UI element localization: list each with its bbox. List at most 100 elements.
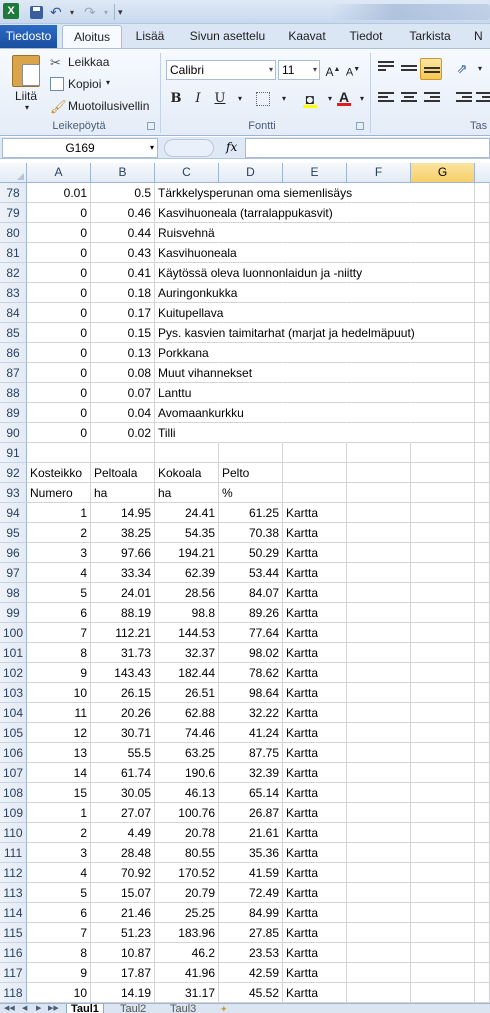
- cell-h[interactable]: [475, 963, 490, 983]
- cell-b[interactable]: 0.15: [91, 323, 155, 343]
- cut-button[interactable]: Leikkaa: [68, 55, 109, 69]
- cell-a[interactable]: Kosteikko: [27, 463, 91, 483]
- paste-button[interactable]: Liitä: [15, 89, 37, 103]
- row-header[interactable]: 116: [0, 943, 27, 963]
- cell-h[interactable]: [475, 423, 490, 443]
- cell-a[interactable]: 2: [27, 823, 91, 843]
- copy-button[interactable]: Kopioi: [68, 77, 101, 91]
- cell-g[interactable]: [411, 903, 475, 923]
- cell-f[interactable]: [347, 803, 411, 823]
- cell-c[interactable]: 26.51: [155, 683, 219, 703]
- redo-icon[interactable]: ↷: [84, 3, 96, 21]
- cell-b[interactable]: 24.01: [91, 583, 155, 603]
- cell-c[interactable]: 194.21: [155, 543, 219, 563]
- cell-a[interactable]: 0: [27, 423, 91, 443]
- cell-h[interactable]: [475, 303, 490, 323]
- cell-h[interactable]: [475, 603, 490, 623]
- cell-a[interactable]: 6: [27, 903, 91, 923]
- insert-sheet-icon[interactable]: ✦: [216, 1004, 232, 1013]
- cell-g[interactable]: [411, 823, 475, 843]
- cell-b[interactable]: 0.44: [91, 223, 155, 243]
- row-header[interactable]: 108: [0, 783, 27, 803]
- cell-g[interactable]: [411, 963, 475, 983]
- cell-d[interactable]: Pelto: [219, 463, 283, 483]
- cell-e[interactable]: Kartta: [283, 823, 347, 843]
- row-header[interactable]: 117: [0, 963, 27, 983]
- cell-b[interactable]: 0.46: [91, 203, 155, 223]
- cell-e[interactable]: Kartta: [283, 503, 347, 523]
- row-header[interactable]: 96: [0, 543, 27, 563]
- cell-d[interactable]: 53.44: [219, 563, 283, 583]
- orientation-dropdown-icon[interactable]: ▾: [470, 59, 490, 79]
- copy-icon[interactable]: [50, 77, 64, 91]
- cell-d[interactable]: 41.59: [219, 863, 283, 883]
- row-header[interactable]: 81: [0, 243, 27, 263]
- cell-h[interactable]: [475, 723, 490, 743]
- cell-b[interactable]: 17.87: [91, 963, 155, 983]
- cell-b[interactable]: 0.41: [91, 263, 155, 283]
- cell-h[interactable]: [475, 403, 490, 423]
- last-sheet-icon[interactable]: ▶▶: [48, 1004, 59, 1012]
- cell-h[interactable]: [475, 983, 490, 1003]
- cell-f[interactable]: [347, 823, 411, 843]
- formula-input[interactable]: [245, 138, 490, 158]
- cell-e[interactable]: [283, 383, 347, 403]
- cell-g[interactable]: [411, 223, 475, 243]
- cell-b[interactable]: 31.73: [91, 643, 155, 663]
- tab-formulas[interactable]: Kaavat: [281, 25, 333, 48]
- cell-e[interactable]: Kartta: [283, 963, 347, 983]
- cell-c[interactable]: 62.88: [155, 703, 219, 723]
- cell-g[interactable]: [411, 723, 475, 743]
- cell-f[interactable]: [347, 703, 411, 723]
- italic-button[interactable]: I: [188, 89, 208, 109]
- sheet-tab-taul1[interactable]: Taul1: [66, 1004, 104, 1013]
- cell-b[interactable]: 70.92: [91, 863, 155, 883]
- cell-c[interactable]: Kasvihuoneala (tarralappukasvit): [155, 203, 333, 223]
- cell-d[interactable]: 23.53: [219, 943, 283, 963]
- cell-c[interactable]: 20.78: [155, 823, 219, 843]
- cell-c[interactable]: Auringonkukka: [155, 283, 237, 303]
- cell-b[interactable]: ha: [91, 483, 155, 503]
- cell-a[interactable]: 4: [27, 563, 91, 583]
- cell-c[interactable]: Avomaankurkku: [155, 403, 244, 423]
- cell-e[interactable]: Kartta: [283, 643, 347, 663]
- row-header[interactable]: 95: [0, 523, 27, 543]
- row-header[interactable]: 103: [0, 683, 27, 703]
- excel-logo-icon[interactable]: X: [3, 3, 19, 19]
- cell-a[interactable]: 4: [27, 863, 91, 883]
- row-header[interactable]: 78: [0, 183, 27, 203]
- cell-b[interactable]: 0.02: [91, 423, 155, 443]
- cell-d[interactable]: 77.64: [219, 623, 283, 643]
- cell-d[interactable]: 72.49: [219, 883, 283, 903]
- cell-h[interactable]: [475, 583, 490, 603]
- cell-f[interactable]: [347, 923, 411, 943]
- cell-d[interactable]: 27.85: [219, 923, 283, 943]
- cell-e[interactable]: [283, 283, 347, 303]
- cell-h[interactable]: [475, 783, 490, 803]
- row-header[interactable]: 112: [0, 863, 27, 883]
- column-header-h[interactable]: [475, 163, 490, 182]
- undo-icon[interactable]: ↶: [50, 3, 62, 21]
- cell-e[interactable]: Kartta: [283, 983, 347, 1003]
- column-header-f[interactable]: F: [347, 163, 411, 182]
- cell-b[interactable]: 38.25: [91, 523, 155, 543]
- cell-h[interactable]: [475, 483, 490, 503]
- cell-a[interactable]: 3: [27, 543, 91, 563]
- font-name-select[interactable]: Calibri ▾: [166, 60, 276, 80]
- cell-f[interactable]: [347, 443, 411, 463]
- cell-c[interactable]: 100.76: [155, 803, 219, 823]
- cell-h[interactable]: [475, 523, 490, 543]
- undo-dropdown-icon[interactable]: ▾: [70, 3, 74, 21]
- cell-b[interactable]: 97.66: [91, 543, 155, 563]
- cell-b[interactable]: 15.07: [91, 883, 155, 903]
- cell-h[interactable]: [475, 203, 490, 223]
- cell-c[interactable]: 63.25: [155, 743, 219, 763]
- cell-g[interactable]: [411, 283, 475, 303]
- cell-g[interactable]: [411, 363, 475, 383]
- cell-a[interactable]: 7: [27, 623, 91, 643]
- cell-c[interactable]: 28.56: [155, 583, 219, 603]
- row-header[interactable]: 104: [0, 703, 27, 723]
- tab-review[interactable]: Tarkista: [400, 25, 460, 48]
- cell-b[interactable]: 20.26: [91, 703, 155, 723]
- row-header[interactable]: 111: [0, 843, 27, 863]
